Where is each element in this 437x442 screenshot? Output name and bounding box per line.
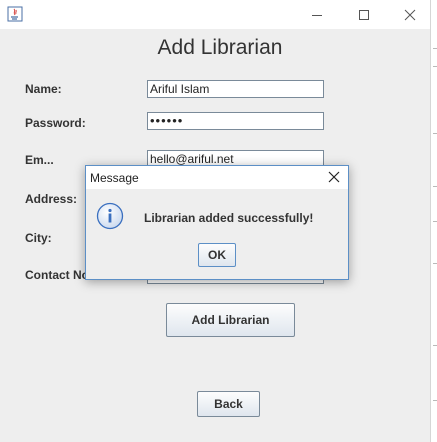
password-label: Password: — [25, 116, 86, 130]
contact-label: Contact No — [25, 268, 89, 282]
maximize-icon — [359, 9, 369, 20]
close-button[interactable] — [387, 0, 433, 29]
dialog-close-icon[interactable] — [326, 169, 342, 185]
java-app-icon — [7, 6, 23, 22]
password-field[interactable]: •••••• — [147, 112, 324, 130]
close-icon — [404, 9, 416, 20]
ok-button[interactable]: OK — [198, 243, 236, 267]
background-window-edge — [431, 0, 437, 442]
back-button[interactable]: Back — [197, 391, 260, 417]
address-label: Address: — [25, 192, 78, 206]
email-label: Em... — [25, 153, 54, 167]
minimize-button[interactable] — [294, 0, 340, 29]
dialog-message: Librarian added successfully! — [144, 211, 314, 225]
dialog-titlebar[interactable]: Message — [86, 166, 348, 189]
info-icon — [96, 202, 124, 230]
page-title: Add Librarian — [157, 36, 283, 59]
name-field[interactable]: Ariful Islam — [147, 80, 324, 98]
dialog-title: Message — [90, 171, 139, 185]
message-dialog: Message Librarian added successfully! OK — [85, 165, 349, 280]
city-label: City: — [25, 231, 52, 245]
window-titlebar[interactable] — [0, 0, 430, 29]
maximize-button[interactable] — [341, 0, 387, 29]
minimize-icon — [312, 14, 322, 16]
add-librarian-button[interactable]: Add Librarian — [166, 303, 295, 337]
name-label: Name: — [25, 82, 62, 96]
